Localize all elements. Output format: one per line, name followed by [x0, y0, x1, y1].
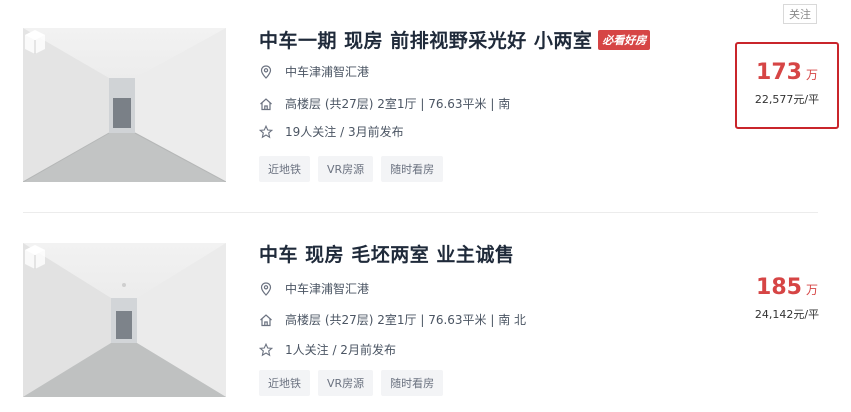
unit-price: 24,142元/平 — [754, 308, 820, 321]
price-unit: 万 — [805, 283, 818, 297]
price-value: 185 — [756, 275, 802, 300]
tag-list: 近地铁 VR房源 随时看房 — [259, 156, 444, 182]
followers-text: 19人关注 / 3月前发布 — [285, 125, 404, 139]
room-photo-illustration — [23, 243, 226, 397]
listing-title[interactable]: 中车 现房 毛坯两室 业主诚售 — [259, 240, 514, 267]
followers-row: 19人关注 / 3月前发布 — [259, 123, 404, 140]
followers-text: 1人关注 / 2月前发布 — [285, 343, 396, 357]
tag-near-subway: 近地铁 — [259, 370, 310, 396]
listing-card[interactable]: 中车 现房 毛坯两室 业主诚售 中车津浦智汇港 高楼层 (共27层) 2室1厅 … — [0, 213, 851, 412]
vr-cube-icon — [25, 30, 45, 54]
price-box: 185 万 24,142元/平 — [735, 275, 839, 322]
house-icon — [260, 313, 272, 326]
listing-title[interactable]: 中车一期 现房 前排视野采光好 小两室 — [259, 26, 592, 53]
room-photo-illustration — [23, 28, 226, 182]
tag-vr-listing: VR房源 — [318, 370, 374, 396]
must-see-badge: 必看好房 — [598, 29, 651, 50]
followers-row: 1人关注 / 2月前发布 — [259, 341, 396, 358]
price-unit: 万 — [805, 68, 818, 82]
listing-card[interactable]: 中车一期 现房 前排视野采光好 小两室 必看好房 中车津浦智汇港 高楼层 (共2… — [0, 0, 851, 212]
location-link[interactable]: 中车津浦智汇港 — [285, 63, 369, 80]
tag-near-subway: 近地铁 — [259, 156, 310, 182]
tag-list: 近地铁 VR房源 随时看房 — [259, 370, 444, 396]
tag-vr-listing: VR房源 — [318, 156, 374, 182]
location-pin-icon — [260, 64, 272, 79]
house-icon — [260, 97, 272, 110]
listing-photo[interactable] — [23, 243, 226, 397]
price-value: 173 — [756, 60, 802, 85]
location-row: 中车津浦智汇港 — [259, 280, 369, 297]
star-icon — [259, 124, 273, 138]
unit-price: 22,577元/平 — [754, 93, 820, 106]
house-attributes: 高楼层 (共27层) 2室1厅 | 76.63平米 | 南 北 — [285, 313, 527, 327]
listing-photo[interactable] — [23, 28, 226, 182]
tag-anytime-viewing: 随时看房 — [381, 370, 444, 396]
total-price: 185 万 — [735, 275, 839, 300]
star-icon — [259, 342, 273, 356]
house-attributes: 高楼层 (共27层) 2室1厅 | 76.63平米 | 南 — [285, 97, 511, 111]
attributes-row: 高楼层 (共27层) 2室1厅 | 76.63平米 | 南 北 — [259, 311, 526, 328]
vr-cube-icon — [25, 245, 45, 269]
location-pin-icon — [260, 281, 272, 296]
attributes-row: 高楼层 (共27层) 2室1厅 | 76.63平米 | 南 — [259, 95, 510, 112]
location-row: 中车津浦智汇港 — [259, 63, 369, 80]
follow-button[interactable]: 关注 — [783, 4, 817, 24]
location-link[interactable]: 中车津浦智汇港 — [285, 280, 369, 297]
total-price: 173 万 — [737, 60, 837, 85]
price-box: 173 万 22,577元/平 — [735, 42, 839, 129]
tag-anytime-viewing: 随时看房 — [381, 156, 444, 182]
